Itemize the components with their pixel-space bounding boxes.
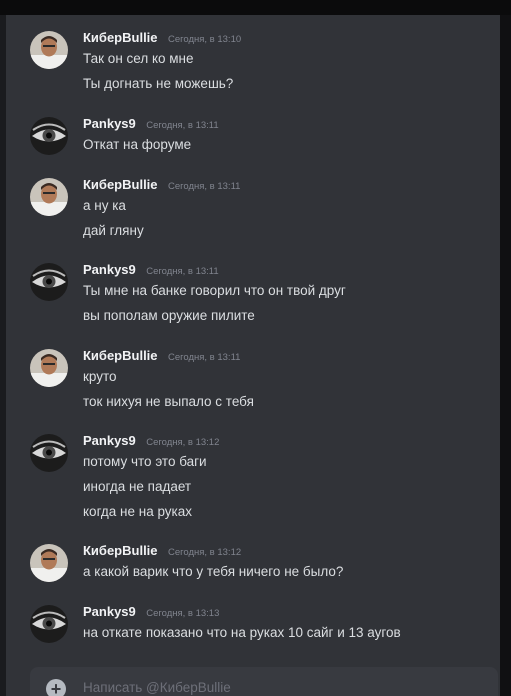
message-text: а ну ка [83,198,126,213]
message-author[interactable]: Pankys9 [83,262,136,277]
eye-avatar[interactable] [30,434,68,472]
user-photo-avatar[interactable] [30,349,68,387]
user-photo-avatar[interactable] [30,31,68,69]
window-top-bar [0,0,511,15]
scrollbar-track[interactable] [500,15,511,696]
message-composer[interactable]: + Написать @КиберBullie [30,667,498,696]
message-input-placeholder[interactable]: Написать @КиберBullie [83,680,231,695]
message-timestamp: Сегодня, в 13:12 [146,437,220,448]
message-text: на откате показано что на руках 10 сайг … [83,625,401,640]
add-attachment-plus-icon[interactable]: + [46,679,66,696]
message-text: иногда не падает [83,479,192,494]
message-timestamp: Сегодня, в 13:11 [167,181,241,192]
message-author[interactable]: Pankys9 [83,116,136,131]
message-author[interactable]: Pankys9 [83,433,136,448]
message-text: Ты догнать не можешь? [83,76,234,91]
message-text: ток нихуя не выпало с тебя [83,394,254,409]
message-timestamp: Сегодня, в 13:11 [146,120,219,131]
chat-messages-area: КиберBullie Сегодня, в 13:10 Так он сел … [6,15,500,696]
message-text: вы пополам оружие пилите [83,308,255,323]
user-photo-avatar[interactable] [30,544,68,582]
message-text: когда не на руках [83,504,193,519]
message-timestamp: Сегодня, в 13:11 [146,266,219,277]
message-author[interactable]: КиберBullie [83,348,158,363]
eye-avatar[interactable] [30,263,68,301]
message-text: потому что это баги [83,454,207,469]
user-photo-avatar[interactable] [30,178,68,216]
message-timestamp: Сегодня, в 13:11 [167,352,241,363]
message-author[interactable]: КиберBullie [83,30,158,45]
message-timestamp: Сегодня, в 13:10 [167,34,242,45]
message-text: Откат на форуме [83,137,192,152]
message-author[interactable]: КиберBullie [83,177,158,192]
message-timestamp: Сегодня, в 13:13 [146,608,220,619]
message-text: Ты мне на банке говорил что он твой друг [83,283,346,298]
message-timestamp: Сегодня, в 13:12 [167,547,242,558]
message-text: Так он сел ко мне [83,51,194,66]
message-text: круто [83,369,117,384]
message-author[interactable]: Pankys9 [83,604,136,619]
message-text: дай гляну [83,223,144,238]
message-author[interactable]: КиберBullie [83,543,158,558]
eye-avatar[interactable] [30,117,68,155]
message-text: а какой варик что у тебя ничего не было? [83,564,344,579]
eye-avatar[interactable] [30,605,68,643]
